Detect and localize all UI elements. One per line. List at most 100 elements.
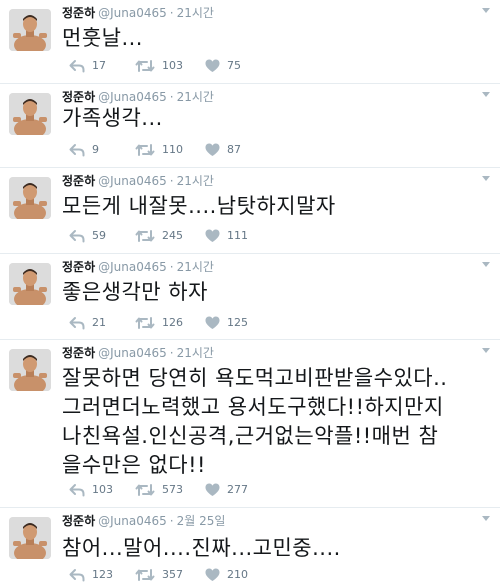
retweet-icon [135, 229, 155, 243]
chevron-down-icon[interactable] [482, 348, 490, 353]
reply-count: 21 [92, 316, 106, 329]
reply-button[interactable]: 21 [62, 315, 106, 331]
user-name[interactable]: 정준하 [62, 346, 95, 360]
tweet[interactable]: 정준하 @Juna0465 · 21시간 먼훗날... 17 103 75 [0, 0, 500, 84]
like-count: 277 [227, 483, 248, 496]
tweet-time[interactable]: 21시간 [177, 6, 214, 20]
separator-dot: · [169, 514, 174, 528]
user-name[interactable]: 정준하 [62, 6, 95, 20]
reply-button[interactable]: 103 [62, 482, 113, 498]
like-button[interactable]: 125 [198, 315, 248, 331]
avatar[interactable] [9, 177, 51, 219]
heart-icon [205, 568, 220, 582]
retweet-count: 357 [162, 568, 183, 581]
avatar[interactable] [9, 263, 51, 305]
tweet[interactable]: 정준하 @Juna0465 · 21시간 좋은생각만 하자 21 126 125 [0, 254, 500, 340]
reply-count: 17 [92, 59, 106, 72]
retweet-button[interactable]: 103 [128, 58, 183, 74]
tweet-header: 정준하 @Juna0465 · 21시간 [62, 345, 214, 361]
tweet-text: 좋은생각만 하자 [62, 280, 208, 304]
tweet[interactable]: 정준하 @Juna0465 · 21시간 가족생각... 9 110 87 [0, 84, 500, 168]
avatar[interactable] [9, 9, 51, 51]
heart-icon [205, 483, 220, 497]
avatar[interactable] [9, 517, 51, 559]
retweet-icon [135, 316, 155, 330]
like-count: 210 [227, 568, 248, 581]
tweet-text: 모든게 내잘못....남탓하지말자 [62, 194, 336, 218]
retweet-count: 103 [162, 59, 183, 72]
tweet[interactable]: 정준하 @Juna0465 · 21시간 잘못하면 당연히 욕도먹고비판받을수있다..… [0, 340, 500, 508]
retweet-count: 110 [162, 143, 183, 156]
retweet-button[interactable]: 110 [128, 142, 183, 158]
reply-icon [69, 59, 85, 73]
like-button[interactable]: 277 [198, 482, 248, 498]
separator-dot: · [169, 6, 174, 20]
retweet-button[interactable]: 573 [128, 482, 183, 498]
retweet-icon [135, 59, 155, 73]
like-count: 111 [227, 229, 248, 242]
reply-button[interactable]: 59 [62, 228, 106, 244]
tweet[interactable]: 정준하 @Juna0465 · 2월 25일 참어...말어....진짜...고민중.… [0, 508, 500, 585]
like-count: 125 [227, 316, 248, 329]
chevron-down-icon[interactable] [482, 176, 490, 181]
like-count: 75 [227, 59, 241, 72]
reply-icon [69, 229, 85, 243]
chevron-down-icon[interactable] [482, 92, 490, 97]
tweet-text: 참어...말어....진짜...고민중.... [62, 536, 341, 560]
retweet-button[interactable]: 357 [128, 567, 183, 583]
heart-icon [205, 143, 220, 157]
heart-icon [205, 59, 220, 73]
chevron-down-icon[interactable] [482, 516, 490, 521]
avatar[interactable] [9, 93, 51, 135]
tweet-time[interactable]: 21시간 [177, 174, 214, 188]
user-handle[interactable]: @Juna0465 [98, 6, 167, 20]
retweet-icon [135, 568, 155, 582]
tweet-time[interactable]: 21시간 [177, 346, 214, 360]
like-count: 87 [227, 143, 241, 156]
chevron-down-icon[interactable] [482, 8, 490, 13]
reply-icon [69, 143, 85, 157]
heart-icon [205, 229, 220, 243]
tweet[interactable]: 정준하 @Juna0465 · 21시간 모든게 내잘못....남탓하지말자 59 2… [0, 168, 500, 254]
tweet-time[interactable]: 21시간 [177, 260, 214, 274]
tweet-header: 정준하 @Juna0465 · 2월 25일 [62, 513, 225, 529]
reply-button[interactable]: 17 [62, 58, 106, 74]
user-name[interactable]: 정준하 [62, 174, 95, 188]
retweet-count: 245 [162, 229, 183, 242]
user-handle[interactable]: @Juna0465 [98, 90, 167, 104]
tweet-header: 정준하 @Juna0465 · 21시간 [62, 89, 214, 105]
tweet-header: 정준하 @Juna0465 · 21시간 [62, 173, 214, 189]
user-handle[interactable]: @Juna0465 [98, 514, 167, 528]
user-name[interactable]: 정준하 [62, 514, 95, 528]
user-name[interactable]: 정준하 [62, 260, 95, 274]
retweet-count: 126 [162, 316, 183, 329]
retweet-icon [135, 483, 155, 497]
like-button[interactable]: 210 [198, 567, 248, 583]
tweet-text: 가족생각... [62, 106, 163, 130]
tweet-header: 정준하 @Juna0465 · 21시간 [62, 5, 214, 21]
user-name[interactable]: 정준하 [62, 90, 95, 104]
avatar[interactable] [9, 349, 51, 391]
retweet-icon [135, 143, 155, 157]
reply-count: 103 [92, 483, 113, 496]
reply-count: 59 [92, 229, 106, 242]
retweet-count: 573 [162, 483, 183, 496]
tweet-text: 먼훗날... [62, 26, 143, 50]
reply-button[interactable]: 9 [62, 142, 99, 158]
retweet-button[interactable]: 126 [128, 315, 183, 331]
reply-count: 9 [92, 143, 99, 156]
tweet-time[interactable]: 2월 25일 [177, 514, 226, 528]
retweet-button[interactable]: 245 [128, 228, 183, 244]
user-handle[interactable]: @Juna0465 [98, 174, 167, 188]
like-button[interactable]: 111 [198, 228, 248, 244]
reply-icon [69, 568, 85, 582]
like-button[interactable]: 87 [198, 142, 241, 158]
user-handle[interactable]: @Juna0465 [98, 346, 167, 360]
chevron-down-icon[interactable] [482, 262, 490, 267]
like-button[interactable]: 75 [198, 58, 241, 74]
user-handle[interactable]: @Juna0465 [98, 260, 167, 274]
tweet-time[interactable]: 21시간 [177, 90, 214, 104]
reply-button[interactable]: 123 [62, 567, 113, 583]
reply-icon [69, 316, 85, 330]
heart-icon [205, 316, 220, 330]
